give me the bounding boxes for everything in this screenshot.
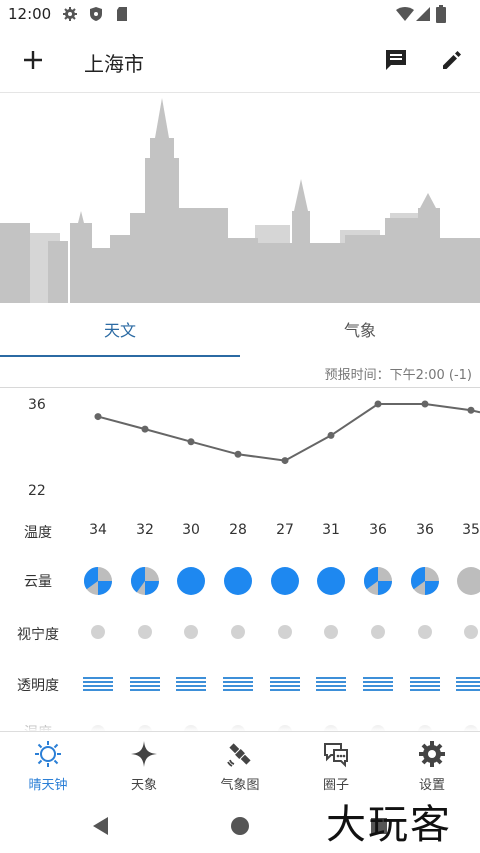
star-sparkle-icon <box>131 741 157 767</box>
satellite-icon <box>227 743 251 767</box>
cloud-pie <box>457 567 480 595</box>
sun-icon <box>35 741 61 767</box>
forecast-time: 预报时间：下午2:00 (-1) <box>324 368 472 383</box>
temperature-point <box>327 431 335 439</box>
nav-label: 天象 <box>130 778 157 793</box>
transparency-stripes <box>316 677 346 691</box>
temperature-point <box>234 450 242 458</box>
scroll-fade <box>0 712 480 732</box>
temperature-point <box>141 425 149 433</box>
temperature-value: 30 <box>182 522 200 538</box>
temperature-point <box>94 413 102 421</box>
transparency-stripes <box>223 677 253 691</box>
seeing-dot <box>371 625 385 639</box>
temperature-value: 34 <box>89 522 107 538</box>
transparency-stripes <box>176 677 206 691</box>
temperature-value: 35 <box>462 522 480 538</box>
transparency-stripes <box>270 677 300 691</box>
cloud-pie <box>364 567 392 595</box>
nav-label: 圈子 <box>322 778 349 793</box>
transparency-stripes <box>456 677 480 691</box>
tab-bar: 天文 气象 <box>0 303 480 359</box>
divider <box>0 387 480 388</box>
city-skyline-image <box>0 98 480 303</box>
cloud-pie <box>271 567 299 595</box>
temperature-series-line <box>97 403 480 462</box>
plus-icon <box>24 51 42 69</box>
cloud-pie <box>317 567 345 595</box>
seeing-dot <box>278 625 292 639</box>
nav-label: 晴天钟 <box>28 778 68 793</box>
seeing-dot <box>138 625 152 639</box>
shield-status-icon <box>90 7 102 21</box>
transparency-stripes <box>363 677 393 691</box>
tab-indicator <box>0 355 240 357</box>
home-button[interactable] <box>230 816 250 836</box>
status-bar: 12:00 <box>0 0 480 30</box>
cloud-pie <box>177 567 205 595</box>
cloud-pie <box>411 567 439 595</box>
message-button[interactable] <box>384 48 408 72</box>
transparency-row <box>83 677 480 691</box>
watermark-logo: 大玩客 <box>326 802 452 848</box>
seeing-row <box>91 625 478 639</box>
status-time: 12:00 <box>8 5 52 23</box>
temperature-point <box>421 400 429 408</box>
transparency-stripes <box>410 677 440 691</box>
transparency-stripes <box>130 677 160 691</box>
temperature-value: 28 <box>229 522 247 538</box>
seeing-dot <box>91 625 105 639</box>
temperature-point <box>187 438 195 446</box>
signal-icon <box>416 7 430 21</box>
seeing-dot <box>184 625 198 639</box>
back-button[interactable] <box>92 816 110 836</box>
temperature-label: 温度 <box>24 525 52 541</box>
home-circle-icon <box>231 817 249 835</box>
tab-astronomy[interactable]: 天文 <box>0 303 240 359</box>
app-bar: 上海市 <box>0 30 480 93</box>
temperature-line <box>94 400 480 465</box>
cloud-pie <box>131 567 159 595</box>
chat-bubbles-icon <box>324 743 348 768</box>
temperature-value: 36 <box>416 522 434 538</box>
gear-icon <box>419 741 445 767</box>
back-triangle-icon <box>93 817 108 835</box>
edit-button[interactable] <box>440 48 464 72</box>
seeing-dot <box>418 625 432 639</box>
nav-celestial[interactable]: 天象 <box>96 732 192 802</box>
add-location-button[interactable] <box>22 49 44 71</box>
temperature-chart: 36 22 <box>0 392 480 507</box>
temperature-value: 27 <box>276 522 294 538</box>
page-title: 上海市 <box>84 52 144 76</box>
sdcard-status-icon <box>117 7 127 21</box>
nav-label: 设置 <box>418 778 445 793</box>
temperature-point <box>467 406 475 414</box>
pencil-icon <box>443 51 461 69</box>
temperature-value: 36 <box>369 522 387 538</box>
settings-status-icon <box>63 7 77 21</box>
wifi-icon <box>396 7 414 21</box>
nav-label: 气象图 <box>220 778 260 793</box>
cloud-row <box>84 567 480 595</box>
seeing-dot <box>324 625 338 639</box>
temperature-point <box>281 457 289 465</box>
temperature-point <box>374 400 382 408</box>
cloud-pie <box>224 567 252 595</box>
seeing-dot <box>231 625 245 639</box>
nav-weather-map[interactable]: 气象图 <box>192 732 288 802</box>
battery-icon <box>436 5 446 23</box>
transparency-stripes <box>83 677 113 691</box>
cloud-pie <box>84 567 112 595</box>
tab-weather[interactable]: 气象 <box>240 303 480 359</box>
temperature-value: 32 <box>136 522 154 538</box>
temperature-value: 31 <box>322 522 340 538</box>
nav-sky-clock[interactable]: 晴天钟 <box>0 732 96 802</box>
message-icon <box>386 50 406 70</box>
seeing-dot <box>464 625 478 639</box>
